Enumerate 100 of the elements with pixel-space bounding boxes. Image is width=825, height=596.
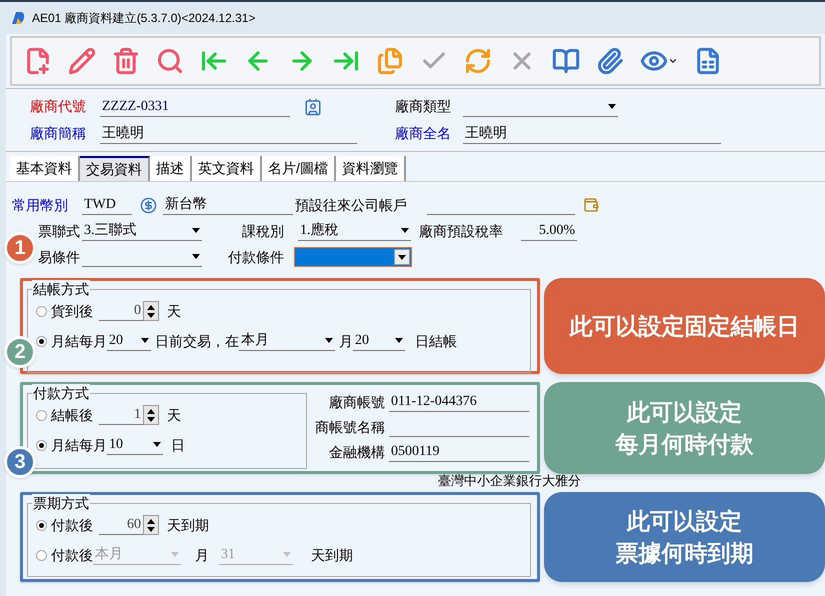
label: 月 <box>195 546 209 564</box>
trash-icon <box>112 47 140 75</box>
currency-icon[interactable] <box>140 196 157 214</box>
caret-icon <box>192 254 200 259</box>
trash-button[interactable] <box>112 47 140 75</box>
tab[interactable]: 名片/圖檔 <box>262 156 336 181</box>
new-file-icon <box>24 47 52 75</box>
caret-icon <box>171 552 179 557</box>
label: 日前交易，在 <box>155 332 239 350</box>
contact-icon[interactable] <box>304 98 322 116</box>
documents-icon <box>376 47 404 75</box>
caret-icon <box>192 228 200 233</box>
radio-button[interactable] <box>36 306 47 316</box>
paperclip-icon <box>596 47 624 75</box>
documents-button[interactable] <box>376 47 404 75</box>
label: 結帳後 <box>51 406 93 424</box>
caret-icon <box>668 56 678 66</box>
label: 課稅別 <box>242 222 285 240</box>
label: 付款後 <box>51 546 93 564</box>
dropdown[interactable]: 3.三聯式 <box>82 221 202 241</box>
text-field[interactable]: TWD <box>82 195 132 215</box>
label: 廠商類型 <box>395 97 452 116</box>
text-field[interactable]: 011-12-044376 <box>389 392 529 412</box>
callout-text: 此可以設定固定結帳日 <box>570 312 800 341</box>
radio-button[interactable] <box>36 440 47 450</box>
text-field[interactable]: 王曉明 <box>463 124 721 144</box>
caret-icon <box>141 338 149 343</box>
pencil-button[interactable] <box>68 47 96 75</box>
caret-icon <box>153 442 161 447</box>
tab[interactable]: 基本資料 <box>10 156 80 181</box>
radio-button[interactable] <box>36 336 47 346</box>
caret-icon <box>398 254 406 260</box>
label: 月結每月 <box>51 332 107 350</box>
label: 日結帳 <box>415 332 457 350</box>
callout-text: 此可以設定 <box>627 507 742 536</box>
callout-text: 票據何時到期 <box>616 539 754 568</box>
dropdown[interactable]: 20 <box>353 331 405 351</box>
tab[interactable]: 交易資料 <box>80 156 150 181</box>
group-title: 票期方式 <box>32 494 90 512</box>
label: 廠商預設稅率 <box>419 222 504 240</box>
number-badge: 3 <box>4 446 36 478</box>
label: 付款條件 <box>228 248 285 266</box>
tab[interactable]: 英文資料 <box>192 156 262 181</box>
number-badge: 1 <box>4 232 36 264</box>
caret-icon <box>401 228 409 233</box>
book-icon <box>552 47 580 75</box>
label: 易條件 <box>38 248 80 266</box>
label: 廠商全名 <box>395 124 452 143</box>
spreadsheet-button[interactable] <box>694 47 722 75</box>
label: 預設往來公司帳戶 <box>295 196 408 214</box>
label: 臺灣中小企業銀行大雅分 <box>438 474 581 488</box>
caret-icon <box>395 338 403 343</box>
pencil-icon <box>68 47 96 75</box>
callout-text: 此可以設定 <box>627 398 742 427</box>
dropdown[interactable]: 20 <box>107 331 151 351</box>
spinner-button[interactable] <box>143 301 159 321</box>
group-title: 結帳方式 <box>32 280 90 298</box>
radio-button[interactable] <box>36 550 47 560</box>
label: 天 <box>167 406 181 424</box>
dropdown[interactable]: 1.應稅 <box>298 221 411 241</box>
label: 廠商代號 <box>30 97 87 116</box>
label: 金融機構 <box>328 442 386 462</box>
text-field[interactable]: ZZZZ-0331 <box>100 96 290 116</box>
label: 廠商帳號 <box>328 392 386 412</box>
wallet-icon[interactable] <box>583 197 599 213</box>
new-file-button[interactable] <box>24 47 52 75</box>
caret-icon <box>608 104 616 108</box>
label: 天 <box>167 302 181 320</box>
spinner-button[interactable] <box>143 405 159 425</box>
label: 天到期 <box>167 516 209 534</box>
book-button[interactable] <box>552 47 580 75</box>
label: 票聯式 <box>38 222 80 240</box>
spreadsheet-icon <box>694 47 722 75</box>
text-field[interactable]: 王曉明 <box>100 124 357 144</box>
window-title: AE01 廠商資料建立(5.3.7.0)<2024.12.31> <box>32 10 256 27</box>
label: 月結每月 <box>51 436 107 454</box>
callout-text: 每月何時付款 <box>616 430 754 459</box>
refresh-icon <box>464 47 492 75</box>
label: 商帳號名稱 <box>314 418 386 436</box>
radio-button[interactable] <box>36 410 47 420</box>
dropdown[interactable]: 10 <box>107 435 163 455</box>
text-field[interactable]: 5.00% <box>521 221 577 241</box>
dropdown[interactable]: 本月 <box>239 331 335 351</box>
search-button[interactable] <box>156 47 184 75</box>
logo-icon <box>10 10 26 26</box>
tab[interactable]: 描述 <box>150 156 192 181</box>
payment-terms-dropdown[interactable] <box>294 247 412 267</box>
text-field[interactable]: 新台幣 <box>163 195 293 215</box>
number-badge: 2 <box>4 336 36 368</box>
paperclip-button[interactable] <box>596 47 624 75</box>
label: 日 <box>171 436 185 454</box>
spinner-button[interactable] <box>143 515 159 535</box>
label: 月 <box>339 332 353 350</box>
tab[interactable]: 資料瀏覽 <box>336 156 406 181</box>
caret-icon <box>283 552 291 557</box>
refresh-button[interactable] <box>464 47 492 75</box>
radio-button[interactable] <box>36 520 47 530</box>
label: 常用幣別 <box>12 196 69 214</box>
text-field[interactable]: 0500119 <box>389 442 529 462</box>
label: 付款後 <box>51 516 93 534</box>
